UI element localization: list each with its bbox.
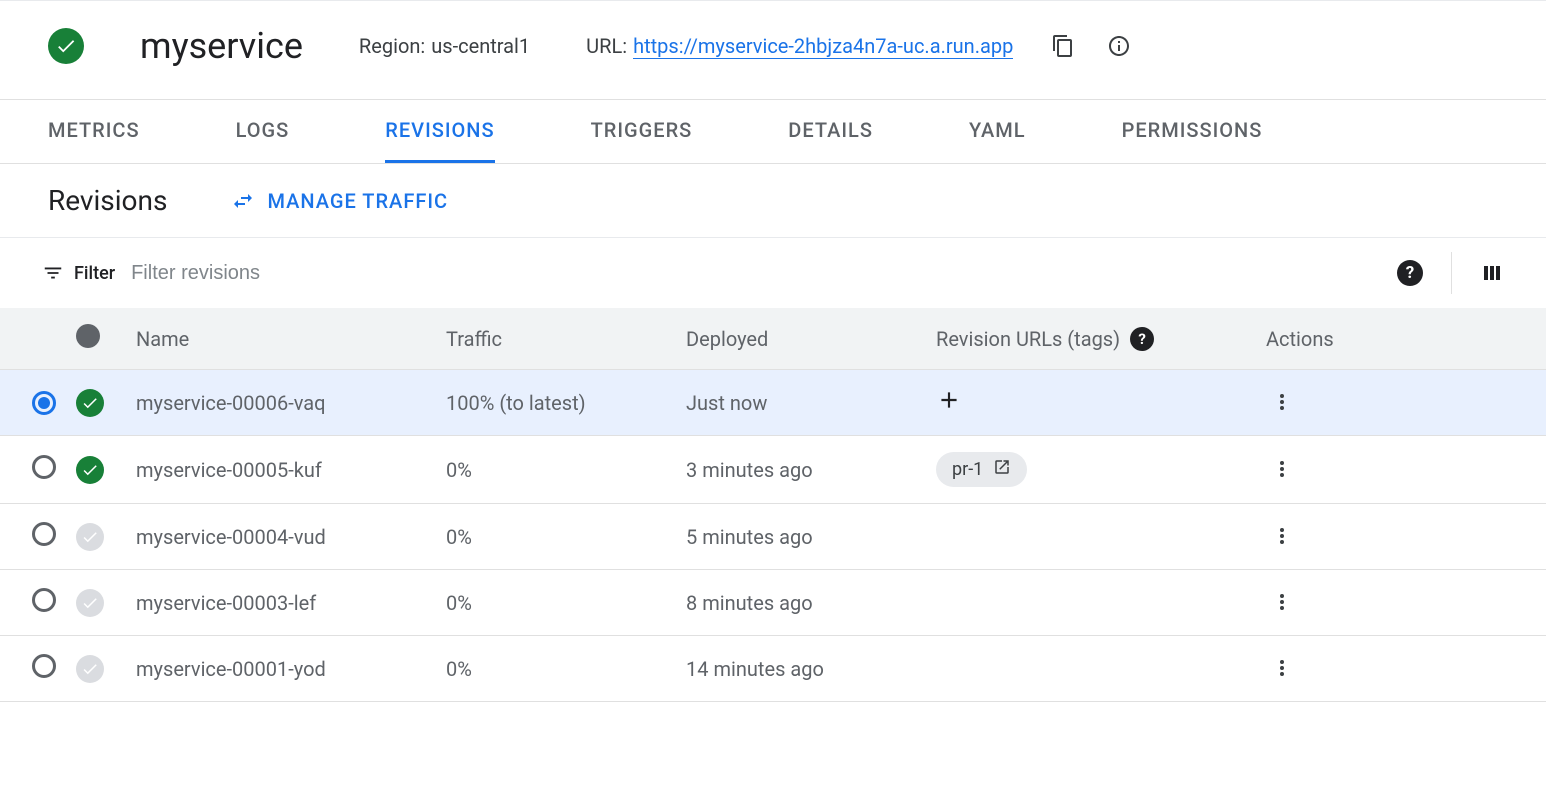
col-header-urls: Revision URLs (tags) bbox=[936, 327, 1120, 351]
revision-deployed: 3 minutes ago bbox=[676, 436, 926, 504]
column-selector-icon[interactable] bbox=[1480, 261, 1504, 285]
row-actions-menu-icon[interactable] bbox=[1266, 586, 1298, 618]
revision-traffic: 0% bbox=[436, 504, 676, 570]
revision-urls-cell bbox=[926, 504, 1256, 570]
revision-name: myservice-00001-yod bbox=[126, 636, 436, 702]
revisions-table: Name Traffic Deployed Revision URLs (tag… bbox=[0, 308, 1546, 702]
tabs-nav: METRICS LOGS REVISIONS TRIGGERS DETAILS … bbox=[0, 100, 1546, 164]
col-header-deployed[interactable]: Deployed bbox=[676, 308, 926, 370]
manage-traffic-label: MANAGE TRAFFIC bbox=[267, 189, 448, 213]
row-actions-menu-icon[interactable] bbox=[1266, 386, 1298, 418]
revision-urls-cell bbox=[926, 570, 1256, 636]
copy-icon[interactable] bbox=[1051, 34, 1075, 58]
url-meta: URL: https://myservice-2hbjza4n7a-uc.a.r… bbox=[586, 34, 1131, 59]
tab-yaml[interactable]: YAML bbox=[969, 100, 1026, 163]
status-check-icon bbox=[76, 589, 104, 617]
status-header-dot bbox=[76, 324, 100, 348]
tab-revisions[interactable]: REVISIONS bbox=[385, 100, 494, 163]
revision-name: myservice-00004-vud bbox=[126, 504, 436, 570]
url-label: URL: bbox=[586, 34, 627, 58]
revision-deployed: 8 minutes ago bbox=[676, 570, 926, 636]
table-header-row: Name Traffic Deployed Revision URLs (tag… bbox=[0, 308, 1546, 370]
tab-permissions[interactable]: PERMISSIONS bbox=[1122, 100, 1263, 163]
revision-traffic: 0% bbox=[436, 636, 676, 702]
table-row[interactable]: myservice-00006-vaq100% (to latest)Just … bbox=[0, 370, 1546, 436]
filter-label: Filter bbox=[42, 262, 115, 284]
filter-input[interactable] bbox=[131, 262, 1381, 285]
urls-help-icon[interactable]: ? bbox=[1130, 327, 1154, 351]
filter-icon bbox=[42, 262, 64, 284]
external-link-icon bbox=[993, 458, 1011, 481]
add-tag-icon[interactable] bbox=[936, 387, 962, 413]
revision-traffic: 0% bbox=[436, 570, 676, 636]
revision-traffic: 0% bbox=[436, 436, 676, 504]
row-radio[interactable] bbox=[32, 522, 56, 546]
row-actions-menu-icon[interactable] bbox=[1266, 520, 1298, 552]
table-row[interactable]: myservice-00005-kuf0%3 minutes ago pr-1 bbox=[0, 436, 1546, 504]
revision-urls-cell bbox=[926, 370, 1256, 436]
help-icon[interactable]: ? bbox=[1397, 260, 1423, 286]
col-header-actions: Actions bbox=[1256, 308, 1546, 370]
table-row[interactable]: myservice-00003-lef0%8 minutes ago bbox=[0, 570, 1546, 636]
info-icon[interactable] bbox=[1107, 34, 1131, 58]
region-meta: Region: us-central1 bbox=[359, 34, 530, 58]
revision-tag-label: pr-1 bbox=[952, 459, 983, 480]
revision-name: myservice-00003-lef bbox=[126, 570, 436, 636]
status-check-icon bbox=[76, 655, 104, 683]
status-check-icon bbox=[76, 456, 104, 484]
divider bbox=[1451, 252, 1452, 294]
region-label: Region: bbox=[359, 34, 425, 58]
revision-deployed: 5 minutes ago bbox=[676, 504, 926, 570]
tab-triggers[interactable]: TRIGGERS bbox=[591, 100, 693, 163]
tab-logs[interactable]: LOGS bbox=[236, 100, 290, 163]
row-actions-menu-icon[interactable] bbox=[1266, 652, 1298, 684]
status-check-icon bbox=[76, 523, 104, 551]
service-name-title: myservice bbox=[140, 25, 303, 67]
row-radio[interactable] bbox=[32, 588, 56, 612]
revision-deployed: 14 minutes ago bbox=[676, 636, 926, 702]
page-title: Revisions bbox=[48, 184, 167, 217]
revision-deployed: Just now bbox=[676, 370, 926, 436]
status-check-icon bbox=[76, 389, 104, 417]
revision-name: myservice-00005-kuf bbox=[126, 436, 436, 504]
manage-traffic-button[interactable]: MANAGE TRAFFIC bbox=[231, 189, 448, 213]
col-header-name[interactable]: Name bbox=[126, 308, 436, 370]
swap-icon bbox=[231, 189, 255, 213]
subheader: Revisions MANAGE TRAFFIC bbox=[0, 164, 1546, 238]
table-row[interactable]: myservice-00001-yod0%14 minutes ago bbox=[0, 636, 1546, 702]
service-header: myservice Region: us-central1 URL: https… bbox=[0, 0, 1546, 100]
row-radio[interactable] bbox=[32, 455, 56, 479]
filter-row: Filter ? bbox=[0, 238, 1546, 308]
service-url-link[interactable]: https://myservice-2hbjza4n7a-uc.a.run.ap… bbox=[633, 34, 1013, 59]
revision-urls-cell bbox=[926, 636, 1256, 702]
col-header-traffic[interactable]: Traffic bbox=[436, 308, 676, 370]
header-meta: Region: us-central1 URL: https://myservi… bbox=[359, 34, 1131, 59]
tab-details[interactable]: DETAILS bbox=[788, 100, 873, 163]
region-value: us-central1 bbox=[431, 34, 530, 58]
row-actions-menu-icon[interactable] bbox=[1266, 453, 1298, 485]
row-radio[interactable] bbox=[32, 391, 56, 415]
revision-urls-cell: pr-1 bbox=[926, 436, 1256, 504]
filter-label-text: Filter bbox=[74, 263, 115, 284]
service-status-icon bbox=[48, 28, 84, 64]
row-radio[interactable] bbox=[32, 654, 56, 678]
revision-tag-chip[interactable]: pr-1 bbox=[936, 452, 1027, 487]
tab-metrics[interactable]: METRICS bbox=[48, 100, 140, 163]
revision-name: myservice-00006-vaq bbox=[126, 370, 436, 436]
revision-traffic: 100% (to latest) bbox=[436, 370, 676, 436]
table-row[interactable]: myservice-00004-vud0%5 minutes ago bbox=[0, 504, 1546, 570]
